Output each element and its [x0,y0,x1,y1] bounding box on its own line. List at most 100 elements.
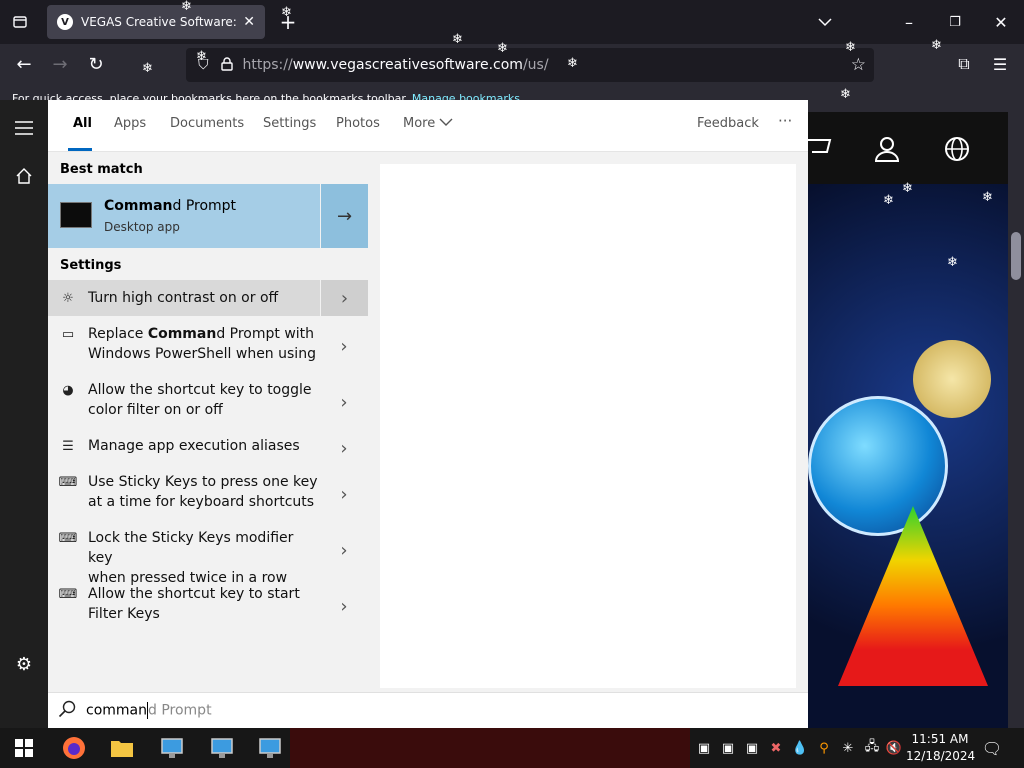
snowflake-icon: ❄ [845,40,856,55]
result-color-filter-shortcut[interactable]: ◕ Allow the shortcut key to toggle color … [48,380,368,428]
system-clock[interactable]: 11:51 AM 12/18/2024 [906,731,975,765]
tray-search-icon[interactable]: ⚲ [814,738,834,758]
chevron-right-icon[interactable]: › [320,324,368,368]
browser-tab-bar: V VEGAS Creative Software: The c ✕ + – ❐… [0,0,1024,44]
hamburger-menu-icon[interactable] [12,116,36,140]
chevron-right-icon[interactable]: › [320,472,368,516]
start-menu-rail: ⚙ [0,100,48,728]
best-match-heading: Best match [60,162,143,177]
url-text: https://www.vegascreativesoftware.com/us… [243,57,549,73]
open-arrow-button[interactable]: → [320,184,368,248]
remote-desktop-icon[interactable] [256,734,284,762]
filter-tab-settings[interactable]: Settings [263,116,316,131]
best-match-title: Command Prompt [104,198,236,214]
chevron-right-icon[interactable]: › [320,528,368,572]
feedback-link[interactable]: Feedback [697,116,759,131]
result-text-line2: color filter on or off [88,402,223,418]
remote-desktop-icon[interactable] [158,734,186,762]
site-header [808,112,1024,184]
url-bar[interactable]: ⛉ https://www.vegascreativesoftware.com/… [186,48,874,82]
filter-tab-apps[interactable]: Apps [114,116,146,131]
tray-remote-icon[interactable]: ▣ [742,738,762,758]
snowflake-icon: ❄ [497,41,508,56]
lock-icon[interactable] [220,56,233,75]
chevron-right-icon[interactable]: › [320,280,368,316]
result-text: Allow the shortcut key to toggle [88,382,312,398]
cart-icon[interactable] [808,136,834,164]
page-scrollbar[interactable] [1008,112,1024,736]
menu-icon[interactable]: ☰ [988,52,1012,76]
remote-desktop-icon[interactable] [208,734,236,762]
result-replace-command-prompt[interactable]: ▭ Replace Command Prompt with Windows Pow… [48,324,368,372]
notification-icon[interactable]: 🗨 [982,738,1002,758]
brightness-icon: ☼ [62,290,74,306]
firefox-icon[interactable] [60,734,88,762]
search-query: command Prompt [86,702,212,719]
account-icon[interactable] [874,136,900,166]
snowflake-icon: ❄ [931,38,942,53]
best-match-title-rest: d Prompt [172,198,237,214]
tray-remote-icon[interactable]: ▣ [718,738,738,758]
tray-remote-icon[interactable]: ▣ [694,738,714,758]
result-label: Turn high contrast on or off [88,288,318,308]
christmas-hero-image [808,184,1008,736]
chevron-right-icon[interactable]: › [320,380,368,424]
file-explorer-icon[interactable] [108,734,136,762]
result-lock-sticky-keys[interactable]: ⌨ Lock the Sticky Keys modifier key when … [48,528,368,586]
clock-time: 11:51 AM [911,732,969,746]
scroll-thumb[interactable] [1011,232,1021,280]
result-text: Manage app execution aliases [88,438,300,454]
filter-tab-more[interactable]: More [403,116,453,131]
restore-icon[interactable]: ❐ [943,10,967,34]
search-input[interactable]: command Prompt [48,692,808,728]
tray-brightness-icon[interactable]: ✳ [838,738,858,758]
result-filter-keys-shortcut[interactable]: ⌨ Allow the shortcut key to start Filter … [48,584,368,632]
tray-drop-icon[interactable]: 💧 [790,738,810,758]
tray-tools-icon[interactable]: ✖ [766,738,786,758]
home-icon[interactable] [12,164,36,188]
chevron-right-icon[interactable]: › [320,584,368,628]
close-icon[interactable]: ✕ [243,14,255,30]
best-match-title-highlight: Comman [104,198,173,214]
tab-list-icon[interactable] [8,10,32,34]
result-high-contrast[interactable]: ☼ Turn high contrast on or off › [48,280,368,316]
moon-decoration [913,340,991,418]
result-sticky-keys[interactable]: ⌨ Use Sticky Keys to press one key at a t… [48,472,368,520]
back-icon[interactable]: ← [12,52,36,76]
result-label: Allow the shortcut key to start Filter Ke… [88,584,318,624]
taskbar-background-strip [290,728,690,768]
keyboard-icon: ⌨ [58,474,78,490]
filter-tab-documents[interactable]: Documents [170,116,244,131]
result-app-execution-aliases[interactable]: ☰ Manage app execution aliases › [48,436,368,464]
chevron-right-icon[interactable]: › [320,436,368,460]
filter-more-label: More [403,116,436,131]
list-all-tabs-icon[interactable] [813,10,837,34]
filter-tab-all[interactable]: All [73,116,92,131]
result-text-line2: Filter Keys [88,606,160,622]
volume-muted-icon[interactable]: 🔇 [884,738,904,758]
windows-start-icon[interactable] [10,734,38,762]
forward-icon[interactable]: → [48,52,72,76]
star-icon[interactable]: ☆ [851,55,866,75]
palette-icon: ◕ [62,382,74,398]
vegas-favicon-icon: V [57,14,73,30]
more-options-icon[interactable]: ··· [778,112,792,130]
filter-tab-photos[interactable]: Photos [336,116,380,131]
command-prompt-icon [60,202,92,228]
url-host: www.vegascreativesoftware.com [292,57,523,73]
url-scheme: https:// [242,57,293,73]
snowflake-icon: ❄ [181,0,192,14]
network-icon[interactable]: 🖧 [862,738,882,758]
minimize-icon[interactable]: – [897,10,921,34]
result-text: Use Sticky Keys to press one key [88,474,318,490]
best-match-command-prompt[interactable]: Command Prompt Desktop app → [48,184,368,248]
snowflake-icon: ❄ [840,87,851,102]
extensions-icon[interactable]: ⧉ [952,52,976,76]
search-filter-bar: All Apps Documents Settings Photos More … [48,100,808,152]
settings-gear-icon[interactable]: ⚙ [12,652,36,676]
best-match-subtitle: Desktop app [104,220,180,234]
reload-icon[interactable]: ↻ [84,52,108,76]
globe-icon[interactable] [944,136,970,166]
window-close-icon[interactable]: ✕ [989,10,1013,34]
browser-tab-vegas[interactable]: V VEGAS Creative Software: The c ✕ [47,5,265,39]
